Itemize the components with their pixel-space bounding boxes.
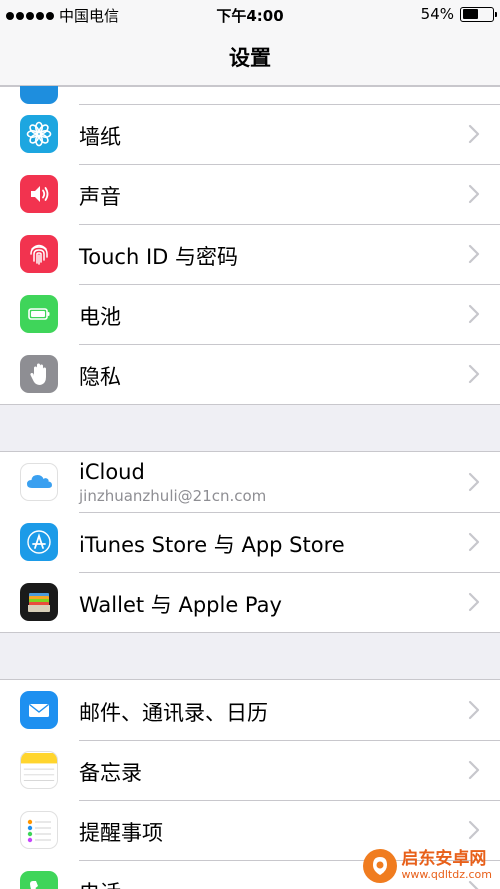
settings-row-label: 声音: [79, 185, 121, 209]
chevron-right-icon: [468, 304, 480, 324]
settings-row-privacy[interactable]: 隐私: [0, 344, 500, 404]
status-bar: 中国电信 下午4:00 54%: [0, 0, 500, 30]
reminders-icon: [20, 811, 58, 849]
settings-row-battery[interactable]: 电池: [0, 284, 500, 344]
settings-row-label: Touch ID 与密码: [79, 245, 238, 269]
page-title: 设置: [229, 46, 271, 70]
settings-row-label: 备忘录: [79, 761, 142, 785]
settings-row-touch-id[interactable]: Touch ID 与密码: [0, 224, 500, 284]
speaker-icon: [20, 175, 58, 213]
settings-row-label: Wallet 与 Apple Pay: [79, 593, 282, 617]
fingerprint-icon: [20, 235, 58, 273]
settings-row-mail-contacts-calendars[interactable]: 邮件、通讯录、日历: [0, 680, 500, 740]
settings-row-sounds[interactable]: 声音: [0, 164, 500, 224]
chevron-right-icon: [468, 472, 480, 492]
chevron-right-icon: [468, 184, 480, 204]
chevron-right-icon: [468, 760, 480, 780]
chevron-right-icon: [468, 244, 480, 264]
settings-row-label: 邮件、通讯录、日历: [79, 701, 268, 725]
battery-percentage: 54%: [420, 5, 454, 23]
wallpaper-flower-icon: [20, 115, 58, 153]
chevron-right-icon: [468, 592, 480, 612]
chevron-right-icon: [468, 364, 480, 384]
settings-row-label: 电话: [79, 877, 121, 889]
settings-row-label: 墙纸: [79, 125, 121, 149]
settings-group-accounts: iCloud jinzhuanzhuli@21cn.com iTunes Sto…: [0, 451, 500, 633]
settings-row-label: 提醒事项: [79, 821, 163, 845]
settings-row-itunes-app-store[interactable]: iTunes Store 与 App Store: [0, 512, 500, 572]
site-watermark: 启东安卓网 www.qdltdz.com: [363, 849, 492, 883]
settings-row-icloud[interactable]: iCloud jinzhuanzhuli@21cn.com: [0, 452, 500, 512]
mail-icon: [20, 691, 58, 729]
settings-row-label: iCloud: [79, 460, 145, 484]
hand-icon: [20, 355, 58, 393]
chevron-right-icon: [468, 820, 480, 840]
battery-icon: [20, 295, 58, 333]
settings-row-partial[interactable]: [0, 86, 500, 104]
battery-level-fill: [462, 9, 479, 19]
icloud-account-email: jinzhuanzhuli@21cn.com: [79, 487, 267, 505]
header: 中国电信 下午4:00 54% 设置: [0, 0, 500, 86]
watermark-title: 启东安卓网: [401, 849, 487, 870]
watermark-logo-icon: [363, 849, 398, 883]
watermark-url: www.qdltdz.com: [401, 868, 492, 882]
icloud-icon: [20, 463, 58, 501]
settings-list[interactable]: 墙纸 声音 Touch ID 与密码 电池 隐私 iCloud jinzhuan…: [0, 86, 500, 889]
chevron-right-icon: [468, 532, 480, 552]
settings-icon: [20, 86, 58, 104]
battery-status-icon: [460, 6, 497, 22]
wallet-icon: [20, 583, 58, 621]
chevron-right-icon: [468, 124, 480, 144]
settings-row-label: 隐私: [79, 365, 121, 389]
phone-icon: [20, 871, 58, 889]
settings-row-notes[interactable]: 备忘录: [0, 740, 500, 800]
settings-group-display: 墙纸 声音 Touch ID 与密码 电池 隐私: [0, 86, 500, 405]
chevron-right-icon: [468, 700, 480, 720]
settings-row-wallpaper[interactable]: 墙纸: [0, 104, 500, 164]
app-store-icon: [20, 523, 58, 561]
settings-row-wallet[interactable]: Wallet 与 Apple Pay: [0, 572, 500, 632]
notes-icon: [20, 751, 58, 789]
settings-row-label: 电池: [79, 305, 121, 329]
settings-row-label: iTunes Store 与 App Store: [79, 533, 345, 557]
